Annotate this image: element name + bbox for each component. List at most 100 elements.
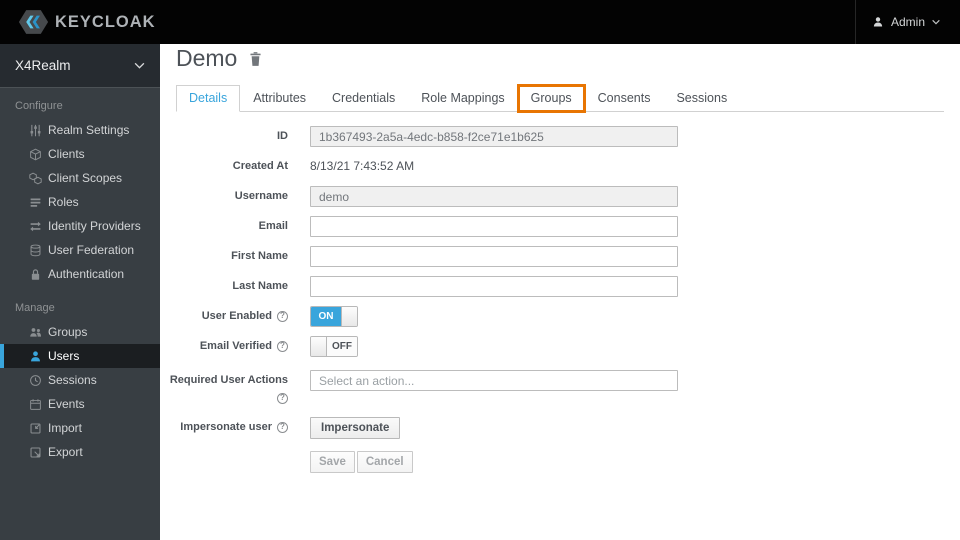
sidebar-item-label: Clients	[48, 147, 85, 161]
created-at-value: 8/13/21 7:43:52 AM	[310, 159, 415, 173]
tab-groups[interactable]: Groups	[516, 84, 586, 113]
sidebar-item-label: Authentication	[48, 267, 125, 281]
username-input	[310, 186, 678, 207]
sidebar-item-label: Roles	[48, 195, 79, 209]
help-icon[interactable]: ?	[277, 340, 288, 352]
main-content: Users›demo Demo Details Attributes Crede…	[160, 0, 960, 473]
sidebar-item-label: Events	[48, 397, 85, 411]
user-menu[interactable]: Admin	[854, 0, 960, 44]
toggle-handle	[341, 307, 357, 326]
clock-icon	[28, 374, 42, 387]
form-row-created-at: Created At 8/13/21 7:43:52 AM	[176, 156, 944, 177]
sidebar-item-users[interactable]: Users	[0, 344, 160, 368]
lock-icon	[28, 268, 42, 281]
form-row-id: ID	[176, 126, 944, 147]
help-icon[interactable]: ?	[277, 392, 288, 404]
sidebar-item-label: Export	[48, 445, 83, 459]
sidebar-item-client-scopes[interactable]: Client Scopes	[0, 166, 160, 190]
email-field[interactable]	[310, 216, 678, 237]
tab-consents[interactable]: Consents	[585, 85, 664, 112]
tab-bar: Details Attributes Credentials Role Mapp…	[176, 84, 944, 113]
realm-name: X4Realm	[15, 58, 71, 73]
tab-sessions[interactable]: Sessions	[663, 85, 740, 112]
form-row-impersonate: Impersonate user? Impersonate	[176, 417, 944, 439]
import-icon	[28, 422, 42, 435]
sidebar-item-label: Groups	[48, 325, 88, 339]
email-verified-label: Email Verified?	[176, 336, 288, 353]
delete-user-button[interactable]	[248, 51, 263, 67]
user-icon	[872, 16, 884, 28]
sidebar-item-import[interactable]: Import	[0, 416, 160, 440]
form-row-user-enabled: User Enabled? ON	[176, 306, 944, 327]
database-icon	[28, 244, 42, 257]
sidebar-item-roles[interactable]: Roles	[0, 190, 160, 214]
id-input	[310, 126, 678, 147]
actions-label-spacer	[176, 451, 288, 455]
user-details-form: ID Created At 8/13/21 7:43:52 AM Usernam…	[170, 126, 944, 473]
tab-attributes[interactable]: Attributes	[240, 85, 319, 112]
help-icon[interactable]: ?	[277, 310, 288, 322]
email-verified-toggle[interactable]: OFF	[310, 336, 358, 357]
username-label: Username	[234, 190, 288, 202]
sidebar-item-label: Import	[48, 421, 83, 435]
sidebar-item-sessions[interactable]: Sessions	[0, 368, 160, 392]
brand-text: KEYCLOAK	[55, 12, 156, 31]
exchange-icon	[28, 220, 42, 233]
sidebar-item-label: Sessions	[48, 373, 97, 387]
sidebar-item-label: Users	[48, 349, 80, 363]
sidebar-item-realm-settings[interactable]: Realm Settings	[0, 118, 160, 142]
user-enabled-label: User Enabled?	[176, 306, 288, 323]
users-icon	[28, 326, 42, 339]
tab-credentials[interactable]: Credentials	[319, 85, 408, 112]
user-enabled-toggle[interactable]: ON	[310, 306, 358, 327]
save-button[interactable]: Save	[310, 451, 355, 473]
list-icon	[28, 196, 42, 209]
last-name-label: Last Name	[232, 280, 288, 292]
toggle-off-label: OFF	[327, 337, 357, 356]
title-row: Demo	[176, 45, 944, 72]
help-icon[interactable]: ?	[277, 421, 288, 433]
cubes-icon	[28, 172, 42, 185]
form-row-required-user-actions: Required User Actions?	[170, 370, 944, 405]
toggle-on-label: ON	[311, 307, 341, 326]
keycloak-logo-icon	[18, 9, 49, 35]
impersonate-button[interactable]: Impersonate	[310, 417, 401, 439]
sidebar-item-label: Identity Providers	[48, 219, 141, 233]
form-row-email-verified: Email Verified? OFF	[176, 336, 944, 361]
sidebar-item-authentication[interactable]: Authentication	[0, 262, 160, 286]
user-menu-label: Admin	[890, 15, 925, 29]
form-row-email: Email	[176, 216, 944, 237]
first-name-label: First Name	[231, 250, 288, 262]
keycloak-logo[interactable]: KEYCLOAK	[0, 9, 156, 35]
created-at-label: Created At	[232, 160, 288, 172]
last-name-field[interactable]	[310, 276, 678, 297]
form-row-actions: Save Cancel	[176, 451, 944, 473]
required-user-actions-input[interactable]	[310, 370, 678, 391]
form-row-first-name: First Name	[176, 246, 944, 267]
email-label: Email	[258, 220, 288, 232]
sidebar-item-groups[interactable]: Groups	[0, 320, 160, 344]
trash-icon	[248, 51, 263, 67]
topbar: KEYCLOAK Admin	[0, 0, 960, 44]
realm-selector[interactable]: X4Realm	[0, 44, 160, 88]
sidebar-item-label: User Federation	[48, 243, 135, 257]
toggle-handle	[311, 337, 327, 356]
tab-details[interactable]: Details	[176, 85, 241, 112]
first-name-field[interactable]	[310, 246, 678, 267]
impersonate-user-label: Impersonate user?	[176, 417, 288, 434]
sidebar-section-manage: Manage Groups Users Sessions Events Impo…	[0, 290, 160, 464]
export-icon	[28, 446, 42, 459]
sidebar: X4Realm Configure Realm Settings Clients…	[0, 44, 160, 540]
sidebar-item-user-federation[interactable]: User Federation	[0, 238, 160, 262]
sidebar-item-export[interactable]: Export	[0, 440, 160, 464]
section-label: Manage	[15, 302, 55, 314]
chevron-down-icon	[134, 62, 145, 69]
form-row-username: Username	[176, 186, 944, 207]
sidebar-item-events[interactable]: Events	[0, 392, 160, 416]
sidebar-item-clients[interactable]: Clients	[0, 142, 160, 166]
tab-role-mappings[interactable]: Role Mappings	[408, 85, 517, 112]
cancel-button[interactable]: Cancel	[356, 451, 413, 473]
sidebar-section-configure: Configure Realm Settings Clients Client …	[0, 88, 160, 286]
page-title: Demo	[176, 45, 238, 71]
sidebar-item-identity-providers[interactable]: Identity Providers	[0, 214, 160, 238]
